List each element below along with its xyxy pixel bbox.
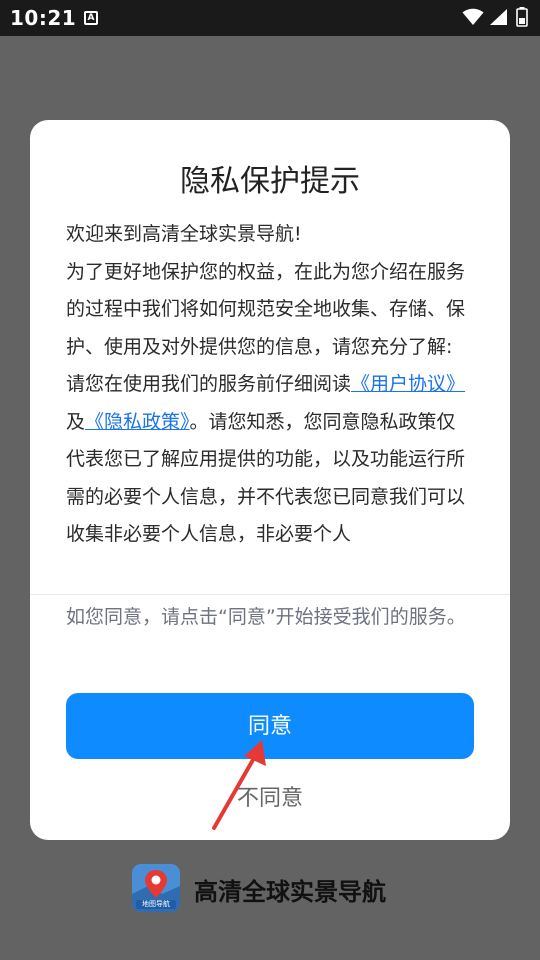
notification-a-icon: A [84, 11, 98, 25]
status-time: 10:21 [10, 6, 77, 30]
dialog-title: 隐私保护提示 [180, 164, 360, 199]
app-logo-icon: 地图导航 [132, 864, 180, 912]
battery-icon [516, 7, 528, 27]
app-name: 高清全球实景导航 [194, 878, 386, 906]
user-agreement-link[interactable]: 《用户协议》 [351, 373, 465, 395]
divider [30, 594, 510, 595]
signal-icon [490, 9, 507, 25]
read-prefix: 请您在使用我们的服务前仔细阅读 [66, 373, 352, 395]
intro-text: 为了更好地保护您的权益，在此为您介绍在服务的过程中我们将如何规范安全地收集、存储… [66, 260, 466, 358]
wifi-icon [462, 8, 484, 25]
read-paragraph: 请您在使用我们的服务前仔细阅读《用户协议》及《隐私政策》。请您知悉，您同意隐私政… [66, 366, 474, 554]
and-text: 及 [66, 410, 86, 433]
dialog-body-scroll[interactable]: 欢迎来到高清全球实景导航! 为了更好地保护您的权益，在此为您介绍在服务的过程中我… [66, 216, 474, 578]
consent-notice: 如您同意，请点击“同意”开始接受我们的服务。 [66, 606, 466, 628]
disagree-button[interactable]: 不同意 [170, 780, 370, 818]
status-bar: 10:21 A [0, 0, 540, 36]
privacy-dialog: 隐私保护提示 欢迎来到高清全球实景导航! 为了更好地保护您的权益，在此为您介绍在… [30, 120, 510, 840]
logo-caption: 地图导航 [136, 900, 176, 909]
welcome-text: 欢迎来到高清全球实景导航! [66, 223, 302, 245]
privacy-policy-link[interactable]: 《隐私政策》 [85, 411, 190, 433]
